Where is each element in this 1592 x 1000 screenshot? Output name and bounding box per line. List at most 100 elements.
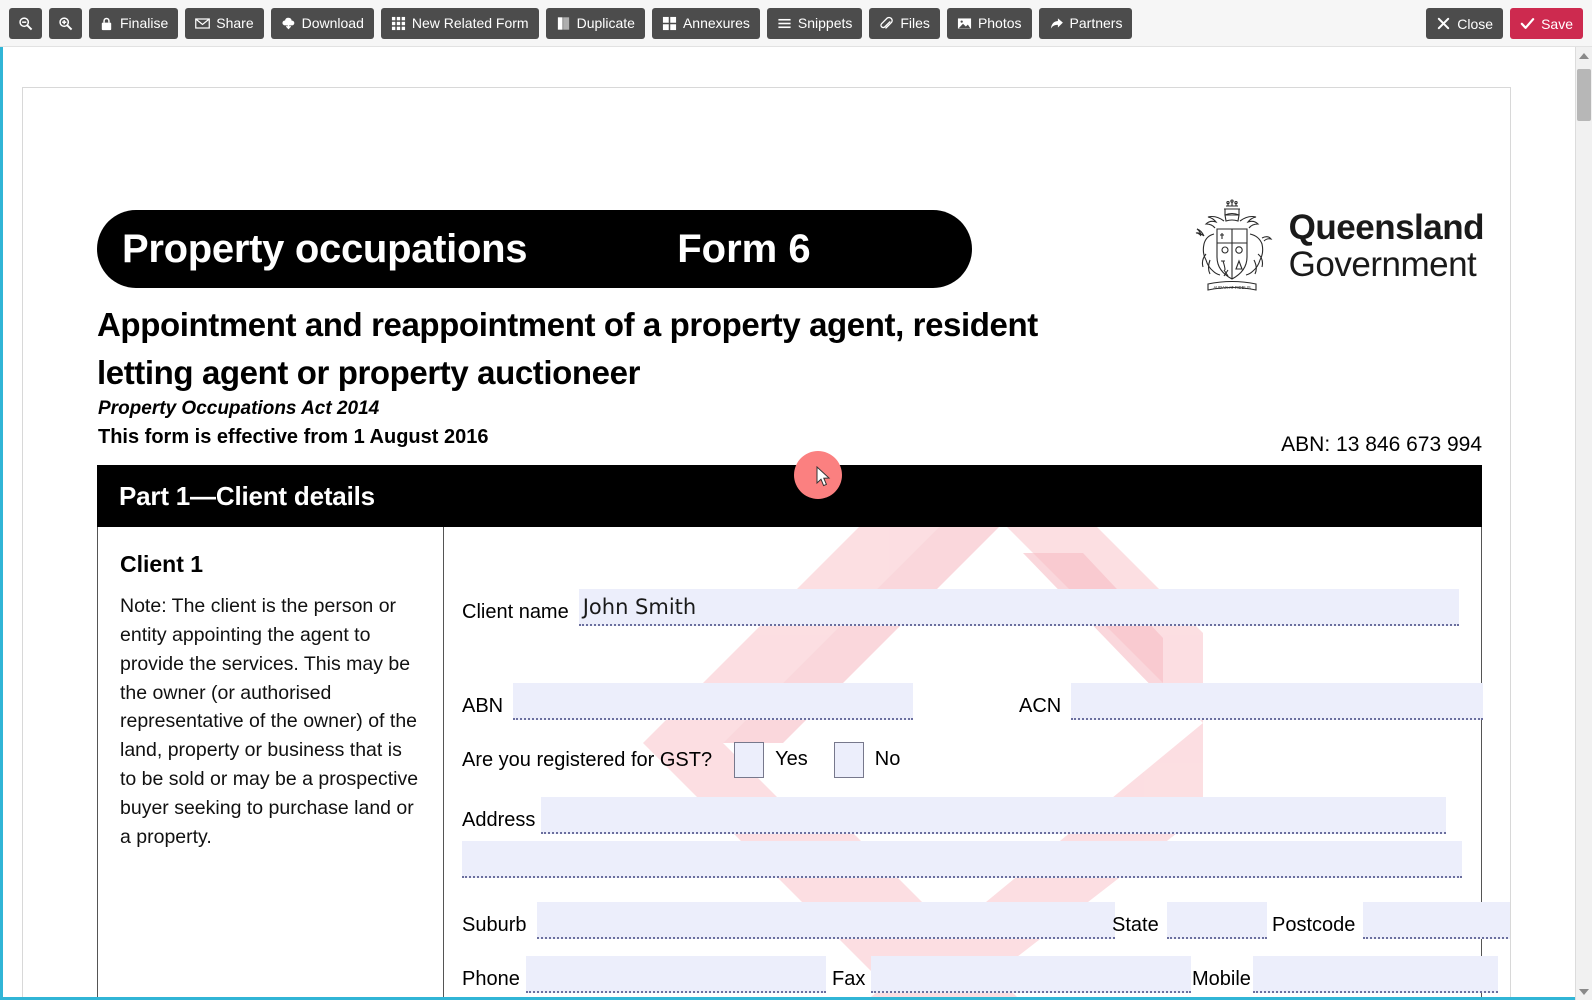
- gst-row: Are you registered for GST? Yes No: [462, 742, 900, 778]
- scroll-up-button[interactable]: [1576, 47, 1592, 64]
- chevron-up-icon: [1579, 52, 1589, 59]
- client-1-heading: Client 1: [120, 551, 204, 577]
- phone-input[interactable]: [525, 956, 826, 993]
- gst-yes-checkbox[interactable]: [734, 742, 765, 778]
- mobile-label: Mobile: [1192, 968, 1251, 990]
- files-button[interactable]: Files: [869, 7, 940, 39]
- acn-row: ACN: [1019, 683, 1484, 720]
- new-related-form-button[interactable]: New Related Form: [380, 7, 539, 39]
- finalise-button[interactable]: Finalise: [89, 7, 179, 39]
- grid-four-icon: [662, 16, 677, 31]
- mobile-input[interactable]: [1252, 956, 1498, 993]
- snippets-label: Snippets: [797, 15, 853, 31]
- x-icon: [1436, 16, 1451, 31]
- client-fields-column: Client name John Smith ABN ACN Are you r…: [444, 527, 1510, 997]
- close-label: Close: [1457, 15, 1494, 32]
- share-button[interactable]: Share: [185, 7, 264, 39]
- logo-government: Government: [1288, 244, 1477, 284]
- effective-date: This form is effective from 1 August 201…: [98, 426, 489, 448]
- abn-input[interactable]: [513, 683, 914, 720]
- photos-button[interactable]: Photos: [946, 7, 1032, 39]
- copy-icon: [556, 16, 571, 31]
- act-reference: Property Occupations Act 2014: [98, 398, 380, 419]
- download-label: Download: [301, 15, 364, 31]
- scrollbar-thumb[interactable]: [1577, 69, 1591, 121]
- address-input[interactable]: [541, 797, 1447, 834]
- close-button[interactable]: Close: [1426, 8, 1504, 39]
- duplicate-button[interactable]: Duplicate: [545, 7, 645, 39]
- postcode-input[interactable]: [1363, 902, 1510, 939]
- state-row: State: [1112, 902, 1267, 939]
- document-abn: ABN: 13 846 673 994: [1281, 433, 1482, 456]
- suburb-input[interactable]: [536, 902, 1115, 939]
- annexures-button[interactable]: Annexures: [651, 7, 760, 39]
- download-button[interactable]: Download: [270, 7, 374, 39]
- client-name-row: Client name John Smith: [462, 589, 1459, 626]
- form-number: Form 6: [677, 226, 811, 271]
- mouse-cursor-icon: [816, 466, 831, 487]
- address-line2-input[interactable]: [462, 841, 1462, 878]
- fax-input[interactable]: [871, 956, 1192, 993]
- grid-icon: [391, 16, 406, 31]
- zoom-out-button[interactable]: [9, 7, 42, 39]
- scroll-down-button[interactable]: [1576, 983, 1592, 1000]
- cloud-download-icon: [281, 16, 296, 31]
- photos-label: Photos: [977, 15, 1022, 31]
- part-1-title: Part 1—Client details: [119, 480, 375, 511]
- check-icon: [1520, 16, 1535, 31]
- chevron-down-icon: [1579, 988, 1589, 995]
- vertical-scrollbar[interactable]: [1575, 47, 1592, 1000]
- share-label: Share: [216, 15, 254, 31]
- list-lines-icon: [777, 16, 792, 31]
- acn-input[interactable]: [1071, 683, 1484, 720]
- gst-question-label: Are you registered for GST?: [462, 749, 713, 771]
- image-icon: [957, 16, 972, 31]
- document-viewport: Property occupations Form 6 Appointment …: [3, 47, 1548, 997]
- phone-row: Phone: [462, 956, 826, 993]
- part-1-header: Part 1—Client details: [97, 465, 1482, 527]
- client-name-input[interactable]: John Smith: [578, 589, 1459, 626]
- abn-label: ABN: [462, 695, 504, 717]
- annexures-label: Annexures: [682, 15, 750, 31]
- finalise-label: Finalise: [120, 15, 169, 31]
- logo-queensland: Queensland: [1288, 207, 1485, 247]
- share-arrow-icon: [1049, 16, 1064, 31]
- duplicate-label: Duplicate: [576, 15, 635, 31]
- lock-icon: [99, 16, 114, 31]
- zoom-in-icon: [58, 16, 73, 31]
- form-page: Property occupations Form 6 Appointment …: [22, 87, 1511, 997]
- form-title-pill: Property occupations Form 6: [97, 210, 972, 288]
- logo-wordmark: Queensland Government: [1288, 207, 1485, 284]
- toolbar-right-group: Close Save: [1426, 0, 1592, 47]
- coat-of-arms-icon: AUDAX AT FIDELIS: [1195, 199, 1273, 291]
- snippets-button[interactable]: Snippets: [766, 7, 863, 39]
- svg-text:AUDAX AT FIDELIS: AUDAX AT FIDELIS: [1213, 285, 1251, 290]
- mobile-row: Mobile: [1192, 956, 1498, 993]
- form-subtitle: Appointment and reappointment of a prope…: [97, 306, 1038, 391]
- partners-button[interactable]: Partners: [1038, 7, 1133, 39]
- address-line2-row: [462, 841, 1462, 878]
- queensland-government-logo: AUDAX AT FIDELIS Queensland Government: [1188, 198, 1485, 295]
- fax-label: Fax: [832, 968, 866, 990]
- files-label: Files: [900, 15, 930, 31]
- partners-label: Partners: [1069, 15, 1123, 31]
- gst-no-label: No: [874, 747, 901, 770]
- client-name-value: John Smith: [582, 594, 697, 619]
- new-related-form-label: New Related Form: [411, 15, 529, 31]
- client-details-table: Client 1 Note: The client is the person …: [97, 527, 1510, 997]
- client-note-column: Client 1 Note: The client is the person …: [98, 527, 444, 997]
- postcode-row: Postcode: [1272, 902, 1510, 939]
- form-title: Property occupations: [122, 226, 528, 271]
- state-label: State: [1112, 914, 1159, 936]
- zoom-in-button[interactable]: [49, 7, 82, 39]
- suburb-label: Suburb: [462, 914, 527, 936]
- gst-no-checkbox[interactable]: [833, 742, 864, 778]
- gst-yes-label: Yes: [775, 747, 808, 770]
- paperclip-icon: [879, 16, 894, 31]
- fax-row: Fax: [832, 956, 1192, 993]
- save-button[interactable]: Save: [1510, 8, 1583, 39]
- state-input[interactable]: [1166, 902, 1267, 939]
- client-name-label: Client name: [462, 601, 569, 623]
- envelope-icon: [195, 16, 211, 31]
- client-note-text: Note: The client is the person or entity…: [120, 595, 419, 848]
